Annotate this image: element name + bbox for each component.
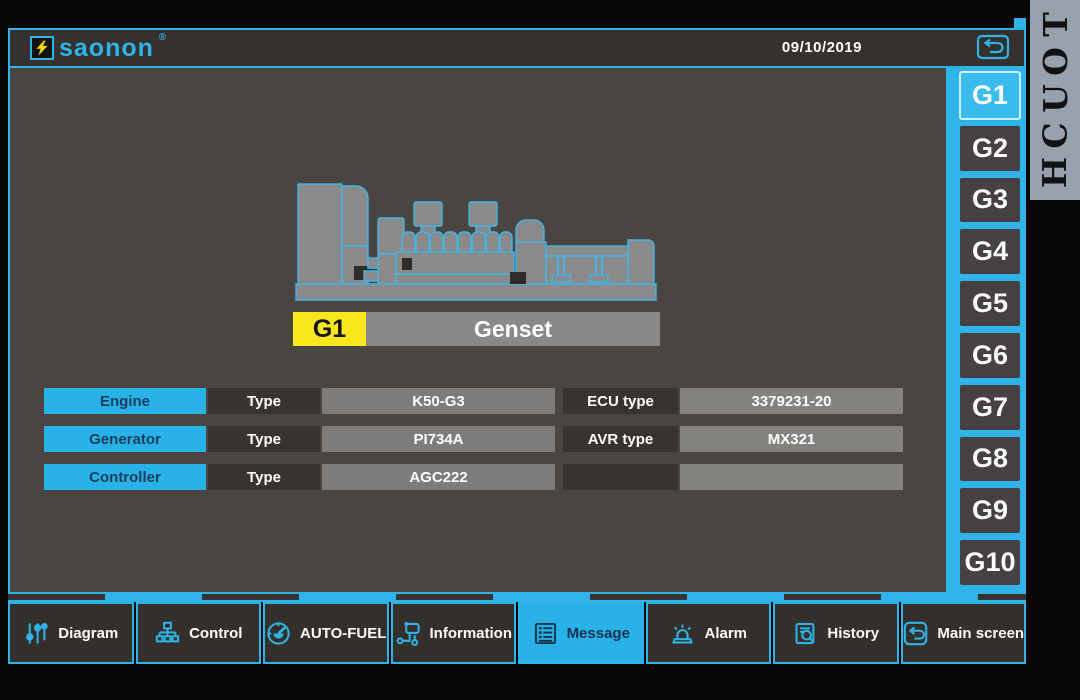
genset-title: Genset (366, 312, 660, 346)
return-icon (902, 620, 929, 647)
field2-value (680, 464, 903, 490)
nav-label: Information (430, 625, 513, 642)
brand-name: saonon (59, 36, 154, 61)
field-value: PI734A (322, 426, 555, 452)
corner-notch (1014, 18, 1026, 28)
field-value: K50-G3 (322, 388, 555, 414)
nav-label: History (827, 625, 879, 642)
genset-button-g3[interactable]: G3 (959, 177, 1021, 224)
nav-label: Diagram (58, 625, 118, 642)
touch-letter: H (1037, 157, 1074, 188)
genset-tag-badge: G1 (293, 312, 366, 346)
header-bar: saonon ® 09/10/2019 (10, 30, 1024, 68)
field-value: AGC222 (322, 464, 555, 490)
alarm-siren-icon (669, 620, 696, 647)
touch-letter: U (1037, 84, 1074, 113)
field-label: Type (208, 388, 320, 414)
table-gap (555, 464, 563, 490)
nav-history[interactable]: History (773, 602, 899, 664)
gauge-icon (265, 620, 292, 647)
registered-mark: ® (159, 32, 166, 43)
bottom-nav: Diagram Control AUTO-FUEL Information Messag… (8, 602, 1026, 664)
touch-letter: T (1037, 12, 1074, 37)
genset-button-g5[interactable]: G5 (959, 280, 1021, 327)
nav-label: Control (189, 625, 242, 642)
sliders-icon (23, 620, 50, 647)
nav-label: Alarm (704, 625, 747, 642)
nav-tab-strip (8, 592, 1026, 602)
genset-selector: G1 G2 G3G4 G5 G6 G7 G8G9 G10 (946, 66, 1024, 592)
field2-label: ECU type (563, 388, 678, 414)
genset-illustration (290, 176, 662, 312)
genset-button-g1[interactable]: G1 (959, 71, 1021, 120)
field2-value: MX321 (680, 426, 903, 452)
nav-auto-fuel[interactable]: AUTO-FUEL (263, 602, 389, 664)
table-gap (555, 388, 563, 414)
nav-label: AUTO-FUEL (300, 625, 386, 642)
touch-letter: O (1037, 47, 1074, 76)
component-label[interactable]: Generator (44, 426, 206, 452)
content-area: G1 Genset EngineTypeK50-G3ECU type337923… (10, 66, 946, 592)
table-row: EngineTypeK50-G3 ECU type3379231-20 (44, 388, 903, 414)
bezel-touch-label: TOUCH (1030, 0, 1080, 200)
info-table: EngineTypeK50-G3ECU type3379231-20Genera… (44, 388, 903, 502)
genset-button-g9[interactable]: G9 (959, 487, 1021, 534)
nav-message[interactable]: Message (518, 602, 644, 664)
table-gap (555, 426, 563, 452)
nav-diagram[interactable]: Diagram (8, 602, 134, 664)
component-label[interactable]: Controller (44, 464, 206, 490)
field2-value: 3379231-20 (680, 388, 903, 414)
date-display: 09/10/2019 (782, 30, 862, 64)
table-row: GeneratorTypePI734A AVR typeMX321 (44, 426, 903, 452)
genset-button-g10[interactable]: G10 (959, 539, 1021, 586)
genset-button-g6[interactable]: G6 (959, 332, 1021, 379)
field2-label (563, 464, 678, 490)
nav-control[interactable]: Control (136, 602, 262, 664)
nav-main-screen[interactable]: Main screen (901, 602, 1027, 664)
genset-button-g2[interactable]: G2 (959, 125, 1021, 172)
main-panel: saonon ® 09/10/2019 G1G2G3G4G5G6G7G8G9G1… (8, 28, 1026, 594)
lightning-bolt-icon (30, 36, 54, 60)
hmi-screen: saonon ® 09/10/2019 G1G2G3G4G5G6G7G8G9G1… (0, 0, 1080, 700)
nav-information[interactable]: Information (391, 602, 517, 664)
genset-button-g4[interactable]: G4 (959, 228, 1021, 275)
nav-label: Main screen (937, 625, 1024, 642)
table-row: ControllerTypeAGC222 (44, 464, 903, 490)
genset-button-g8[interactable]: G8 (959, 436, 1021, 483)
history-search-icon (792, 620, 819, 647)
genset-button-g7[interactable]: G7 (959, 384, 1021, 431)
component-label[interactable]: Engine (44, 388, 206, 414)
network-tree-icon (154, 620, 181, 647)
nav-label: Message (567, 625, 630, 642)
field2-label: AVR type (563, 426, 678, 452)
brand-logo: saonon ® (30, 34, 166, 62)
field-label: Type (208, 464, 320, 490)
flowchart-icon (395, 620, 422, 647)
nav-alarm[interactable]: Alarm (646, 602, 772, 664)
return-button[interactable] (976, 34, 1010, 60)
message-list-icon (532, 620, 559, 647)
touch-letter: C (1036, 122, 1073, 148)
field-label: Type (208, 426, 320, 452)
